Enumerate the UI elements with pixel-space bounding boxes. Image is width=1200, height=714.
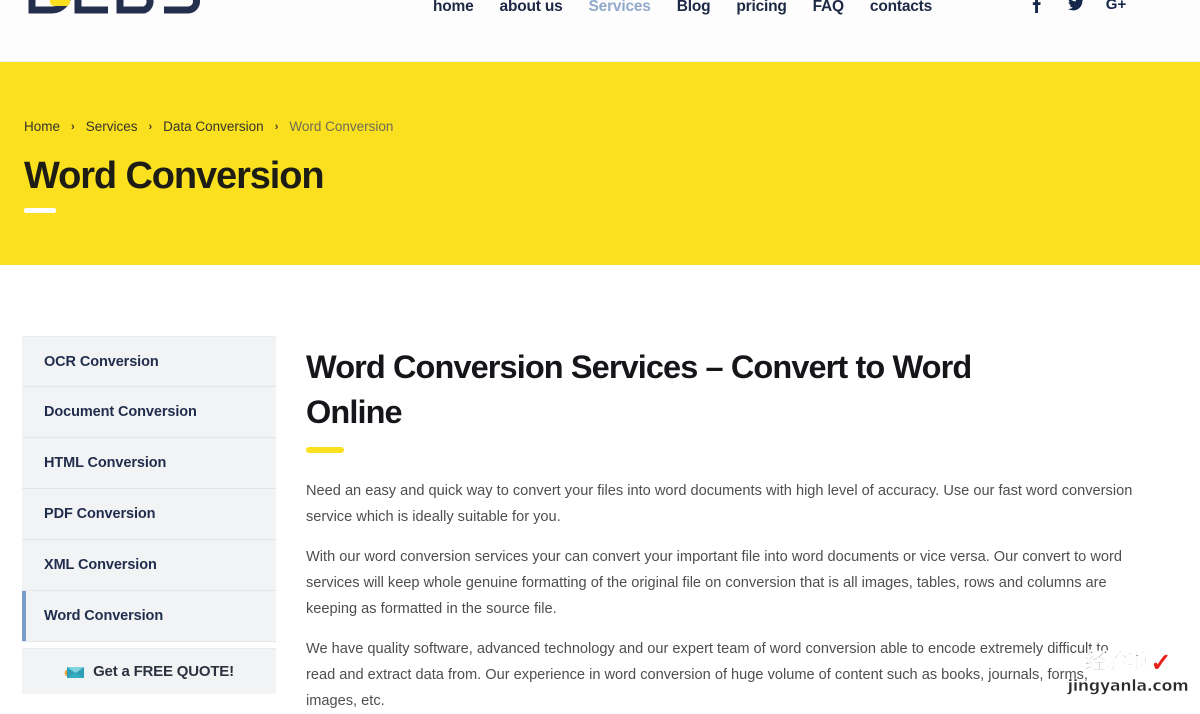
sidebar-item-label: Document Conversion [44, 404, 197, 420]
free-quote-label: Get a FREE QUOTE! [93, 663, 234, 680]
breadcrumb-separator: › [274, 120, 279, 133]
sidebar-item-label: HTML Conversion [44, 455, 167, 471]
content-paragraph-2: With our word conversion services your c… [306, 549, 1122, 617]
sidebar-item-xml-conversion[interactable]: XML Conversion [22, 540, 276, 591]
nav-item-home[interactable]: home [420, 0, 487, 20]
breadcrumb-separator: › [148, 120, 153, 133]
twitter-icon[interactable] [1068, 0, 1084, 14]
sidebar-item-label: XML Conversion [44, 557, 157, 573]
breadcrumb-item-data-conversion[interactable]: Data Conversion [163, 119, 264, 134]
page-title: Word Conversion [24, 155, 325, 197]
main-navigation: home about us Services Blog pricing FAQ … [420, 0, 945, 20]
social-links: G+ [1028, 0, 1127, 14]
nav-item-pricing[interactable]: pricing [723, 0, 799, 20]
envelope-icon [64, 666, 85, 678]
nav-item-services[interactable]: Services [576, 0, 664, 20]
sidebar-item-label: Word Conversion [44, 608, 164, 624]
content-heading: Word Conversion Services – Convert to Wo… [306, 349, 972, 430]
sidebar-item-html-conversion[interactable]: HTML Conversion [22, 438, 276, 489]
page-title-underline [24, 208, 56, 213]
nav-item-about-us[interactable]: about us [487, 0, 576, 20]
content-heading-underline [306, 447, 344, 453]
free-quote-button[interactable]: Get a FREE QUOTE! [22, 648, 276, 694]
content-paragraph-3: We have quality software, advanced techn… [306, 641, 1109, 709]
breadcrumb-item-home[interactable]: Home [24, 119, 60, 134]
nav-item-blog[interactable]: Blog [664, 0, 724, 20]
twitter-glyph [1068, 0, 1084, 11]
facebook-icon[interactable] [1028, 0, 1044, 14]
sidebar-item-document-conversion[interactable]: Document Conversion [22, 387, 276, 438]
breadcrumb-item-services[interactable]: Services [86, 119, 138, 134]
breadcrumb: Home › Services › Data Conversion › Word… [24, 119, 393, 134]
sidebar-item-ocr-conversion[interactable]: OCR Conversion [22, 336, 276, 387]
nav-item-contacts[interactable]: contacts [857, 0, 945, 20]
facebook-glyph [1032, 0, 1041, 13]
google-plus-glyph: G+ [1105, 0, 1127, 13]
page-banner: Home › Services › Data Conversion › Word… [0, 62, 1200, 265]
services-sidebar: OCR Conversion Document Conversion HTML … [22, 336, 276, 642]
main-content-area: OCR Conversion Document Conversion HTML … [0, 265, 1200, 713]
breadcrumb-item-word-conversion: Word Conversion [289, 119, 394, 134]
sidebar-item-pdf-conversion[interactable]: PDF Conversion [22, 489, 276, 540]
site-logo[interactable] [24, 0, 204, 24]
sidebar-item-label: OCR Conversion [44, 353, 159, 370]
content-paragraph-1: Need an easy and quick way to convert yo… [306, 483, 1133, 525]
google-plus-icon[interactable]: G+ [1105, 0, 1127, 14]
nav-item-faq[interactable]: FAQ [800, 0, 857, 20]
sidebar-item-word-conversion[interactable]: Word Conversion [22, 591, 276, 642]
site-header: home about us Services Blog pricing FAQ … [0, 0, 1200, 62]
logo-mark [28, 0, 200, 14]
sidebar-item-label: PDF Conversion [44, 506, 156, 522]
breadcrumb-separator: › [71, 120, 75, 133]
